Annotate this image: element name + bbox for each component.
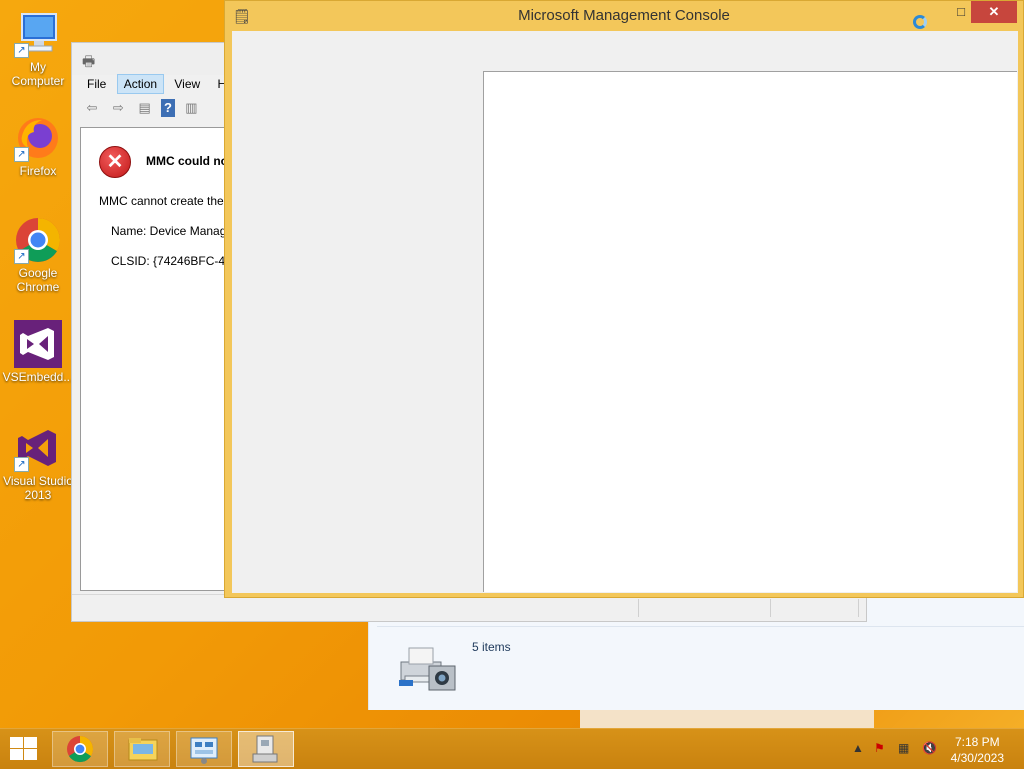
device-manager-icon bbox=[252, 735, 278, 763]
error-name: Name: Device Manag bbox=[111, 224, 227, 238]
error-clsid: CLSID: {74246BFC-4C9 bbox=[111, 254, 241, 268]
close-button[interactable]: ✕ bbox=[971, 1, 1017, 23]
help-icon[interactable]: ? bbox=[161, 99, 176, 117]
status-separator bbox=[858, 599, 859, 617]
shortcut-arrow-icon: ↗ bbox=[14, 457, 29, 472]
desktop-icon-my-computer[interactable]: ↗ My Computer bbox=[2, 10, 74, 88]
windows-logo-icon bbox=[10, 749, 23, 760]
printer-camera-icon bbox=[395, 636, 459, 696]
forward-arrow-icon[interactable]: ⇨ bbox=[108, 99, 128, 117]
windows-logo-icon bbox=[10, 737, 23, 748]
desktop-icon-label: VSEmbedd... bbox=[2, 370, 74, 384]
show-hide-action-pane-icon[interactable]: ▥ bbox=[181, 99, 201, 117]
taskbar-device-manager[interactable] bbox=[238, 731, 294, 767]
network-icon[interactable]: ▦ bbox=[898, 741, 909, 755]
window-strip bbox=[580, 710, 874, 728]
desktop-icon-chrome[interactable]: ↗ Google Chrome bbox=[2, 216, 74, 294]
file-explorer-icon bbox=[128, 738, 158, 761]
error-icon: ✕ bbox=[99, 146, 131, 178]
toolbar: ⇦ ⇨ ▤ ? ▥ bbox=[82, 99, 204, 121]
shortcut-arrow-icon: ↗ bbox=[14, 249, 29, 264]
mmc-app-icon: 🖶 bbox=[82, 53, 96, 69]
chrome-icon: ↗ bbox=[14, 216, 62, 264]
menu-file[interactable]: File bbox=[80, 74, 113, 94]
menu-bar: File Action View H bbox=[80, 74, 233, 96]
back-arrow-icon[interactable]: ⇦ bbox=[82, 99, 102, 117]
mmc-main-window[interactable]: 🗒 Microsoft Management Console □ ✕ bbox=[224, 0, 1024, 598]
computer-icon: ↗ bbox=[14, 10, 62, 58]
error-message: MMC cannot create the bbox=[99, 194, 224, 208]
console-body bbox=[232, 31, 1018, 593]
clock-time: 7:18 PM bbox=[954, 735, 1000, 749]
menu-view[interactable]: View bbox=[167, 74, 207, 94]
taskbar: ▲ ⚑ ▦ 🔇 7:18 PM 4/30/2023 bbox=[0, 728, 1024, 769]
desktop-icon-label: Google Chrome bbox=[16, 266, 60, 294]
windows-logo-icon bbox=[24, 737, 37, 748]
show-hidden-icons[interactable]: ▲ bbox=[852, 741, 864, 755]
error-title: MMC could no bbox=[146, 154, 228, 168]
taskbar-control-panel[interactable] bbox=[176, 731, 232, 767]
action-center-flag-icon[interactable]: ⚑ bbox=[874, 741, 885, 755]
busy-cursor-icon bbox=[913, 15, 927, 29]
control-panel-icon bbox=[190, 737, 218, 764]
show-hide-tree-icon[interactable]: ▤ bbox=[135, 99, 155, 117]
window-title: Microsoft Management Console bbox=[518, 7, 730, 24]
desktop-icon-label: Firefox bbox=[19, 164, 57, 178]
desktop-icon-vsembedded[interactable]: VSEmbedd... bbox=[2, 320, 74, 384]
desktop-icon-firefox[interactable]: ↗ Firefox bbox=[2, 114, 74, 178]
clock-date: 4/30/2023 bbox=[950, 751, 1004, 765]
chrome-icon bbox=[67, 736, 94, 763]
system-clock[interactable]: 7:18 PM 4/30/2023 bbox=[951, 734, 1004, 766]
volume-muted-icon[interactable]: 🔇 bbox=[922, 741, 937, 755]
visual-studio-icon: ↗ bbox=[14, 424, 62, 472]
explorer-divider bbox=[377, 626, 1024, 627]
start-button[interactable] bbox=[8, 737, 38, 761]
desktop-icon-label: My Computer bbox=[11, 60, 65, 88]
menu-action[interactable]: Action bbox=[116, 74, 165, 94]
windows-logo-icon bbox=[24, 749, 37, 760]
item-count: 5 items bbox=[472, 640, 511, 654]
shortcut-arrow-icon: ↗ bbox=[14, 43, 29, 58]
console-details-pane[interactable] bbox=[483, 71, 1017, 592]
status-bar bbox=[72, 594, 866, 621]
status-separator bbox=[638, 599, 639, 617]
desktop-icon-visual-studio-2013[interactable]: ↗ Visual Studio 2013 bbox=[2, 424, 74, 502]
desktop-icon-label: Visual Studio 2013 bbox=[3, 474, 73, 502]
firefox-icon: ↗ bbox=[14, 114, 62, 162]
taskbar-file-explorer[interactable] bbox=[114, 731, 170, 767]
visual-studio-icon bbox=[14, 320, 62, 368]
status-separator bbox=[770, 599, 771, 617]
taskbar-chrome[interactable] bbox=[52, 731, 108, 767]
shortcut-arrow-icon: ↗ bbox=[14, 147, 29, 162]
